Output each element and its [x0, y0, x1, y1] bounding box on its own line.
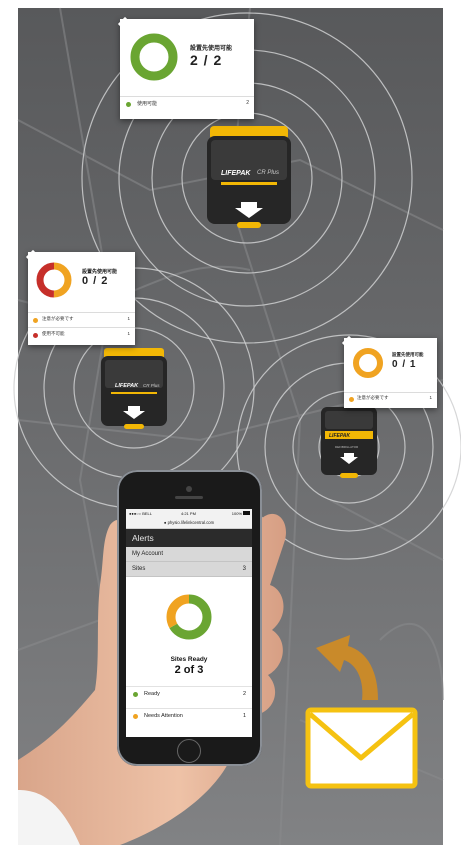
- illustration: LIFEPAK CR Plus LIFEPAK CR Plus LIFEPAK …: [0, 0, 461, 845]
- list-item-ready[interactable]: Ready 2: [126, 686, 252, 703]
- phone-camera-icon: [186, 486, 192, 492]
- phone-screen: ●●●○○ BELL 4:21 PM 100% ● physio.lifelin…: [126, 509, 252, 737]
- url-text: physio.lifelinkcentral.com: [167, 520, 215, 525]
- home-button[interactable]: [177, 739, 201, 763]
- status-donut: [36, 262, 72, 298]
- status-count: 1: [127, 316, 130, 321]
- status-bar: ●●●○○ BELL 4:21 PM 100%: [126, 509, 252, 518]
- attention-dot-icon: [33, 318, 38, 323]
- status-label: 使用可能: [137, 101, 158, 107]
- ready-dot-icon: [133, 692, 138, 697]
- status-count: 2: [246, 100, 249, 106]
- card-ratio: 0 / 2: [82, 275, 109, 287]
- aed-model-label: CR Plus: [257, 170, 280, 176]
- aed-brand-label: LIFEPAK: [329, 433, 351, 439]
- battery-icon: [243, 511, 250, 515]
- menu-count: 3: [242, 566, 246, 572]
- status-donut: [130, 33, 178, 81]
- menu-label: My Account: [132, 551, 164, 557]
- status-card-left[interactable]: 設置先使用可能 0 / 2 注意が必要です 1 使用不可能 1: [28, 252, 135, 345]
- phone-speaker: [175, 496, 203, 499]
- card-title: 設置先使用可能: [392, 352, 424, 357]
- status-label: 注意が必要です: [42, 316, 74, 321]
- menu-item-my-account[interactable]: My Account: [126, 547, 252, 562]
- status-row: 注意が必要です 1: [344, 392, 437, 407]
- status-count: 1: [127, 331, 130, 336]
- status-card-top[interactable]: 設置先使用可能 2 / 2 使用可能 2: [120, 19, 254, 119]
- attention-dot-icon: [349, 397, 354, 402]
- sites-donut: [166, 594, 212, 640]
- aed-brand-label: LIFEPAK: [115, 383, 139, 389]
- status-label: 使用不可能: [42, 331, 65, 336]
- card-title: 設置先使用可能: [82, 269, 118, 275]
- time-text: 4:21 PM: [181, 511, 196, 516]
- status-card-right[interactable]: 設置先使用可能 0 / 1 注意が必要です 1: [344, 338, 437, 408]
- status-row: 使用可能 2: [120, 96, 254, 111]
- aed-brand-label: LIFEPAK: [221, 170, 251, 177]
- menu-label: Sites: [132, 566, 146, 572]
- status-count: 2: [242, 691, 246, 697]
- status-count: 1: [429, 395, 432, 400]
- aed-device-right[interactable]: LIFEPAK DEFIBRILLATOR: [321, 403, 377, 479]
- status-label: Ready: [144, 691, 160, 697]
- card-ratio: 0 / 1: [392, 359, 417, 370]
- menu-item-sites[interactable]: Sites 3: [126, 562, 252, 577]
- envelope-icon: [305, 707, 418, 789]
- aed-subtitle-label: DEFIBRILLATOR: [335, 445, 359, 449]
- card-ratio: 2 / 2: [190, 52, 223, 68]
- battery-text: 100%: [231, 511, 242, 516]
- status-row: 注意が必要です 1: [28, 312, 135, 327]
- aed-device-top[interactable]: LIFEPAK CR Plus: [207, 126, 291, 230]
- page-title: Alerts: [126, 529, 252, 547]
- carrier-text: ●●●○○ BELL: [129, 511, 152, 516]
- summary-title: Sites Ready: [170, 656, 208, 663]
- aed-device-body: [207, 126, 291, 228]
- status-donut: [353, 348, 383, 378]
- status-label: 注意が必要です: [357, 395, 389, 400]
- url-bar[interactable]: ● physio.lifelinkcentral.com: [126, 518, 252, 529]
- status-row: 使用不可能 1: [28, 327, 135, 342]
- status-count: 1: [242, 713, 246, 719]
- attention-dot-icon: [133, 714, 138, 719]
- aed-model-label: CR Plus: [143, 383, 160, 388]
- not-ready-dot-icon: [33, 333, 38, 338]
- ready-dot-icon: [126, 102, 131, 107]
- aed-device-body: [101, 348, 167, 429]
- summary-ratio: 2 of 3: [174, 664, 204, 676]
- aed-device-left[interactable]: LIFEPAK CR Plus: [101, 348, 167, 430]
- aed-device-body: [321, 407, 377, 478]
- card-title: 設置先使用可能: [190, 46, 233, 52]
- status-label: Needs Attention: [144, 713, 183, 719]
- list-item-needs-attention[interactable]: Needs Attention 1: [126, 708, 252, 725]
